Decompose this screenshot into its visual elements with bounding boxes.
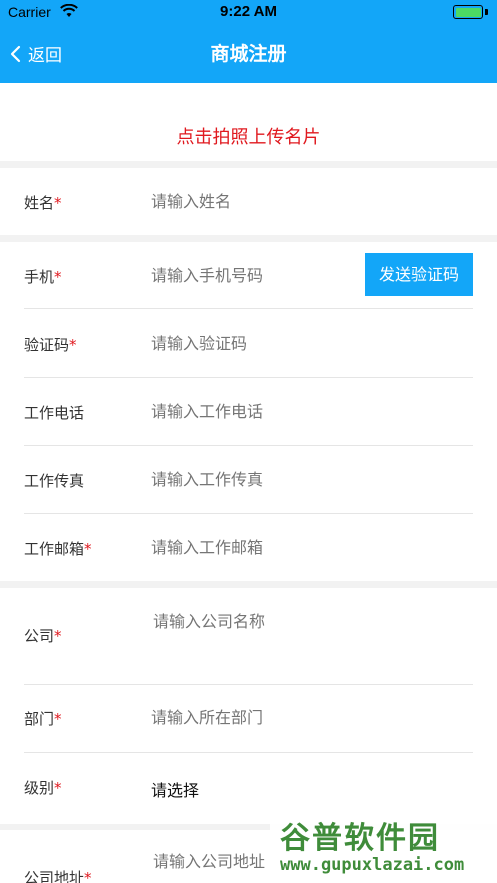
department-row: 部门* <box>24 708 473 732</box>
work-fax-label: 工作传真 <box>24 472 85 490</box>
work-phone-row: 工作电话 <box>24 402 473 426</box>
divider <box>24 513 473 514</box>
upload-business-card-button[interactable]: 点击拍照上传名片 <box>0 123 497 149</box>
code-input[interactable] <box>151 334 351 353</box>
work-phone-input[interactable] <box>151 402 351 421</box>
company-label: 公司* <box>24 627 62 645</box>
company-row: 公司* <box>24 612 473 682</box>
work-email-label: 工作邮箱* <box>24 540 92 558</box>
work-email-row: 工作邮箱* <box>24 538 473 562</box>
company-address-label: 公司地址* <box>24 869 92 883</box>
name-row: 姓名* <box>24 192 473 216</box>
watermark-title: 谷普软件园 <box>280 821 440 856</box>
send-code-button[interactable]: 发送验证码 <box>365 253 473 296</box>
name-input[interactable] <box>151 192 351 211</box>
watermark-logo: 谷普软件园 www.gupuxlazai.com <box>270 803 497 883</box>
battery-icon <box>453 5 483 19</box>
company-input[interactable] <box>153 612 353 631</box>
status-bar: Carrier 9:22 AM <box>0 0 497 26</box>
clock: 9:22 AM <box>220 3 277 20</box>
level-row[interactable]: 级别* 请选择 <box>24 777 473 801</box>
page-title: 商城注册 <box>210 43 287 65</box>
battery-tip <box>485 9 488 15</box>
watermark-url: www.gupuxlazai.com <box>280 855 465 875</box>
phone-label: 手机* <box>24 268 62 286</box>
level-label: 级别* <box>24 779 62 797</box>
nav-bar: 返回 商城注册 <box>0 26 497 83</box>
department-input[interactable] <box>151 708 351 727</box>
divider <box>24 752 473 753</box>
code-label: 验证码* <box>24 336 77 354</box>
divider <box>24 684 473 685</box>
work-fax-row: 工作传真 <box>24 470 473 494</box>
upload-card-section: 点击拍照上传名片 <box>0 83 497 161</box>
divider <box>24 377 473 378</box>
department-label: 部门* <box>24 710 62 728</box>
work-phone-label: 工作电话 <box>24 404 85 422</box>
company-section: 公司* 部门* 级别* 请选择 <box>0 588 497 824</box>
work-fax-input[interactable] <box>151 470 351 489</box>
phone-input[interactable] <box>151 266 341 285</box>
level-select[interactable]: 请选择 <box>151 777 199 801</box>
code-row: 验证码* <box>24 334 473 358</box>
name-section: 姓名* <box>0 168 497 235</box>
divider <box>24 445 473 446</box>
name-label: 姓名* <box>24 194 62 212</box>
divider <box>24 308 473 309</box>
work-email-input[interactable] <box>151 538 351 557</box>
